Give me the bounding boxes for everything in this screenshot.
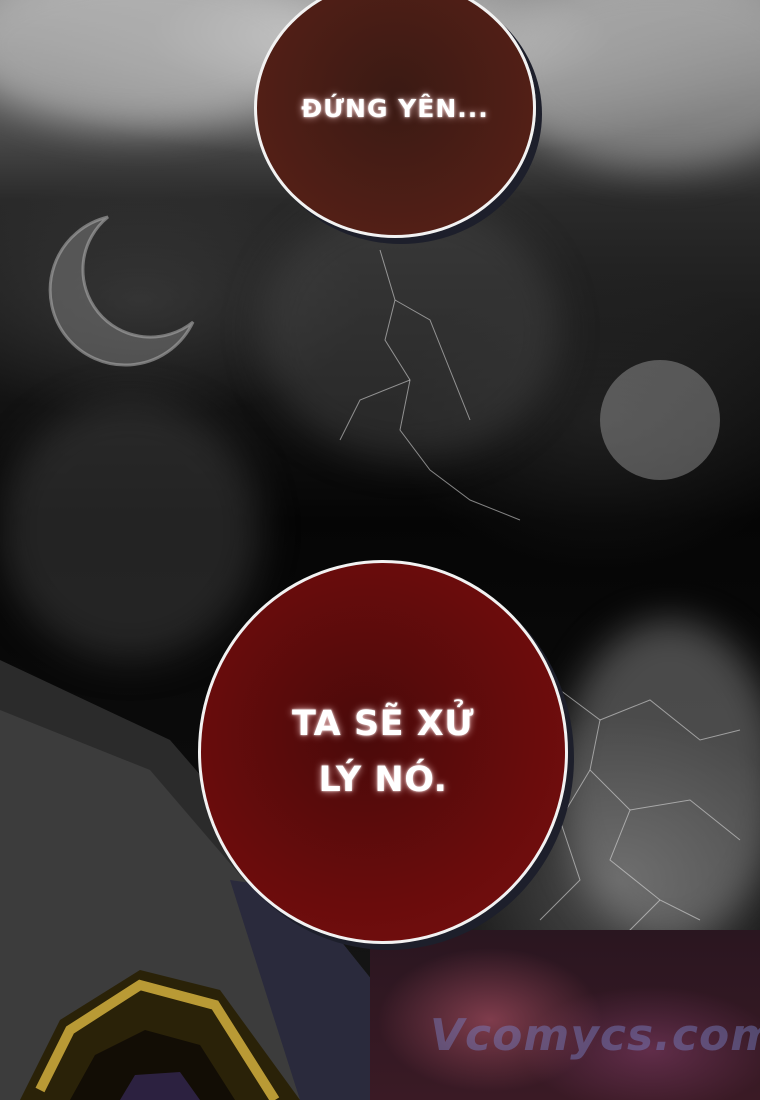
- moon-logo-icon: [48, 215, 195, 367]
- comic-panel: Vcomycs.com ĐỨNG YÊN... TA SẼ XỬ LÝ NÓ.: [0, 0, 760, 1100]
- speech-text: TA SẼ XỬ LÝ NÓ.: [292, 704, 474, 800]
- watermark: Vcomycs.com: [430, 1010, 760, 1061]
- speech-text: ĐỨNG YÊN...: [301, 93, 489, 123]
- speech-bubble-bottom: TA SẼ XỬ LÝ NÓ.: [198, 560, 568, 944]
